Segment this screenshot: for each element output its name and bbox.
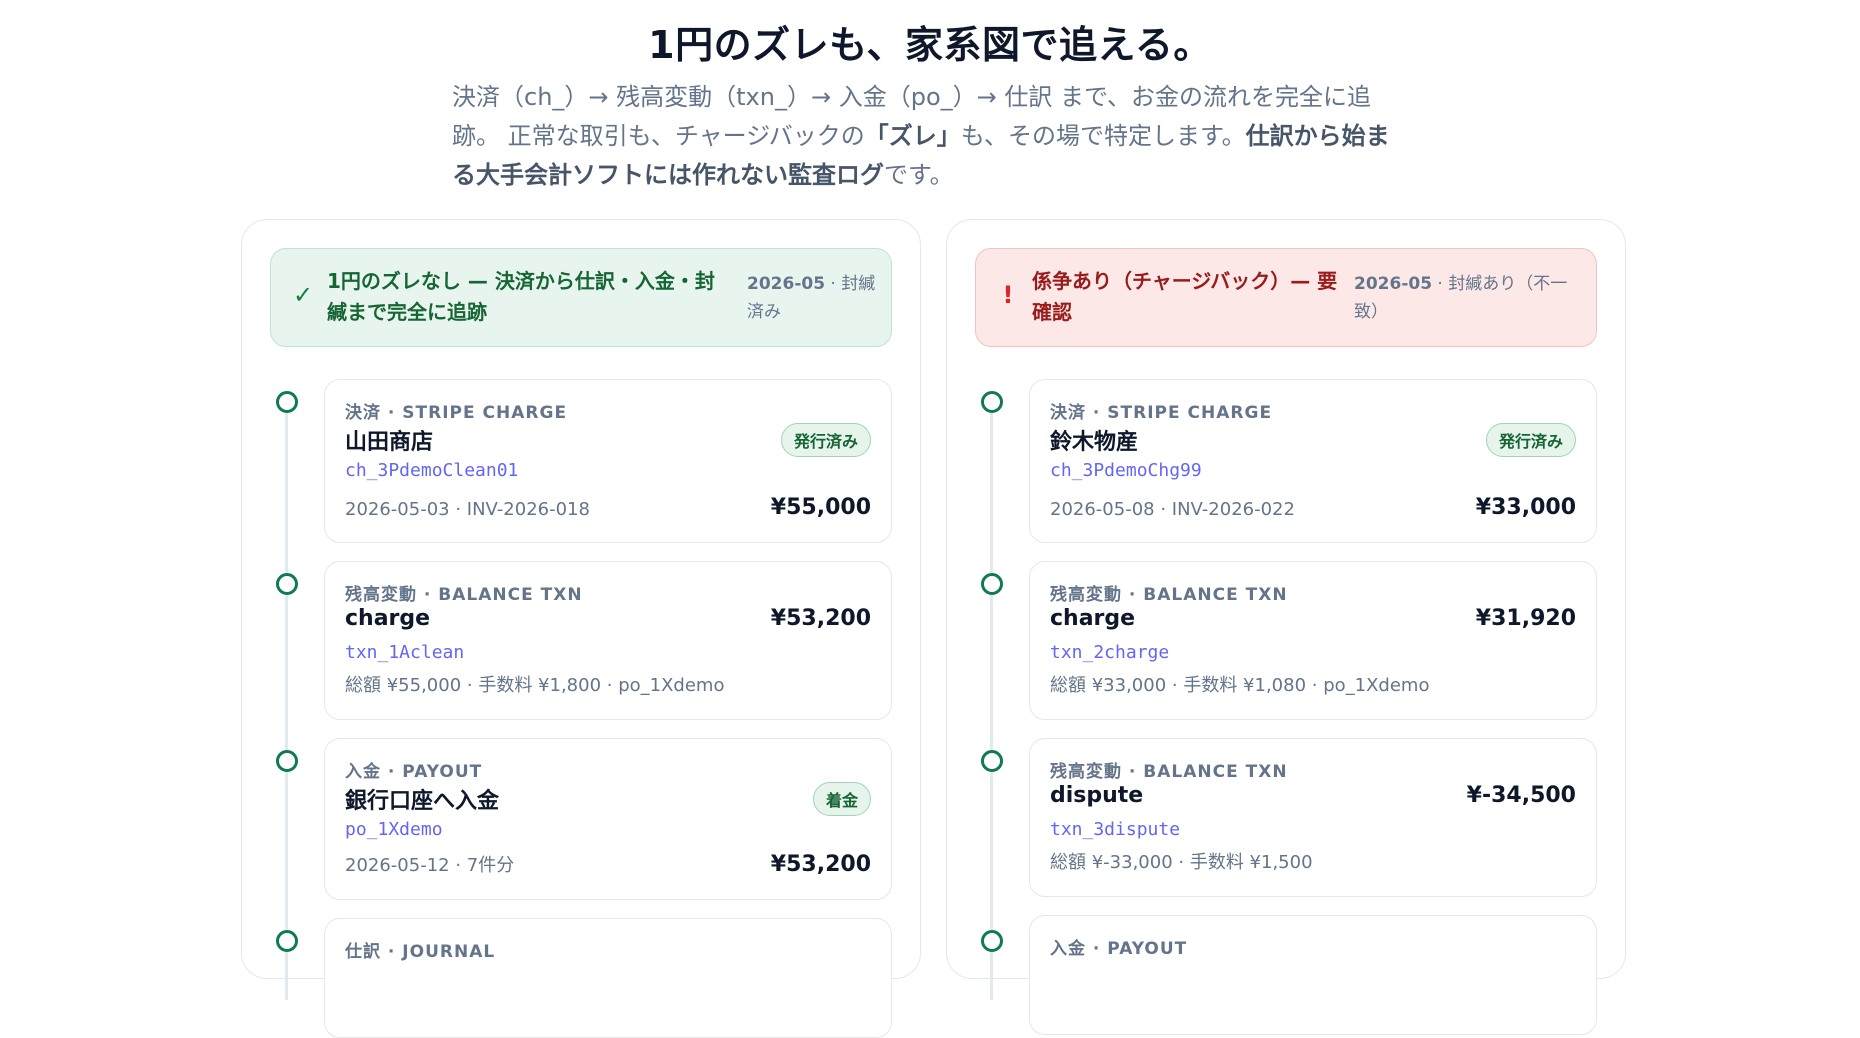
payout-id-link[interactable]: po_1Xdemo (345, 819, 443, 840)
charge-id-link[interactable]: ch_3PdemoChg99 (1050, 460, 1202, 481)
hero-lead: 決済（ch_）→ 残高変動（txn_）→ 入金（po_）→ 仕訳 まで、お金の流… (452, 78, 1412, 195)
card-kind: 残高変動 · BALANCE TXN (1050, 762, 1288, 782)
charge-card[interactable]: 決済 · STRIPE CHARGE 山田商店 発行済み ch_3PdemoCl… (324, 379, 892, 543)
timeline-node (981, 573, 1003, 595)
card-amount: ¥53,200 (770, 852, 871, 877)
payout-card[interactable]: 入金 · PAYOUT (1029, 915, 1597, 1035)
txn-id-link[interactable]: txn_2charge (1050, 642, 1169, 663)
status-banner-clean: ✓ 1円のズレなし — 決済から仕訳・入金・封緘まで完全に追跡 2026-05 … (270, 248, 892, 347)
balance-txn-card[interactable]: 残高変動 · BALANCE TXN charge ¥53,200 txn_1A… (324, 561, 892, 720)
status-badge: 着金 (812, 782, 871, 816)
card-title: charge (345, 606, 431, 631)
status-badge: 発行済み (780, 423, 871, 457)
dispute-trace-panel: ! 係争あり（チャージバック）— 要確認 2026-05 · 封緘あり（不一致）… (946, 219, 1626, 1035)
clean-trace-panel: ✓ 1円のズレなし — 決済から仕訳・入金・封緘まで完全に追跡 2026-05 … (241, 219, 921, 1038)
card-kind: 決済 · STRIPE CHARGE (1050, 403, 1273, 423)
charge-id-link[interactable]: ch_3PdemoClean01 (345, 460, 518, 481)
card-detail: 総額 ¥55,000 · 手数料 ¥1,800 · po_1Xdemo (345, 675, 725, 696)
status-period: 2026-05 · 封緘済み (747, 270, 883, 326)
timeline-node (981, 750, 1003, 772)
card-kind: 入金 · PAYOUT (1050, 939, 1188, 959)
status-month: 2026-05 (1354, 274, 1433, 294)
card-amount: ¥31,920 (1475, 606, 1576, 631)
status-month: 2026-05 (747, 274, 826, 294)
status-message: 係争あり（チャージバック）— 要確認 (1032, 269, 1338, 324)
card-title: dispute (1050, 783, 1144, 808)
status-badge: 発行済み (1485, 423, 1576, 457)
timeline-node (276, 750, 298, 772)
card-title: charge (1050, 606, 1136, 631)
hero-title: 1円のズレも、家系図で追える。 (648, 23, 1212, 67)
card-amount: ¥55,000 (770, 495, 871, 520)
timeline-rail (990, 400, 993, 1000)
card-amount: ¥-34,500 (1466, 783, 1576, 808)
card-title: 銀行口座へ入金 (345, 789, 500, 814)
payout-card[interactable]: 入金 · PAYOUT 銀行口座へ入金 着金 po_1Xdemo 2026-05… (324, 738, 892, 900)
card-kind: 決済 · STRIPE CHARGE (345, 403, 568, 423)
lead-text-3: です。 (884, 161, 954, 189)
card-detail: 2026-05-08 · INV-2026-022 (1050, 499, 1295, 520)
txn-id-link[interactable]: txn_1Aclean (345, 642, 464, 663)
timeline-node (981, 391, 1003, 413)
card-kind: 残高変動 · BALANCE TXN (345, 585, 583, 605)
balance-txn-card[interactable]: 残高変動 · BALANCE TXN charge ¥31,920 txn_2c… (1029, 561, 1597, 720)
card-detail: 総額 ¥33,000 · 手数料 ¥1,080 · po_1Xdemo (1050, 675, 1430, 696)
status-banner-dispute: ! 係争あり（チャージバック）— 要確認 2026-05 · 封緘あり（不一致） (975, 248, 1597, 347)
timeline-node (276, 573, 298, 595)
timeline-node (981, 930, 1003, 952)
check-icon: ✓ (293, 281, 314, 309)
lead-highlight-gap: 「ズレ」 (864, 122, 961, 150)
card-kind: 入金 · PAYOUT (345, 762, 483, 782)
status-period: 2026-05 · 封緘あり（不一致） (1354, 270, 1584, 326)
card-detail: 総額 ¥-33,000 · 手数料 ¥1,500 (1050, 852, 1313, 873)
card-amount: ¥53,200 (770, 606, 871, 631)
card-detail: 2026-05-12 · 7件分 (345, 855, 515, 876)
dispute-txn-card[interactable]: 残高変動 · BALANCE TXN dispute ¥-34,500 txn_… (1029, 738, 1597, 897)
timeline-node (276, 391, 298, 413)
card-title: 鈴木物産 (1050, 430, 1139, 455)
journal-card[interactable]: 仕訳 · JOURNAL (324, 918, 892, 1038)
card-kind: 残高変動 · BALANCE TXN (1050, 585, 1288, 605)
card-kind: 仕訳 · JOURNAL (345, 942, 496, 962)
lead-text-2: も、その場で特定します。 (960, 122, 1246, 150)
charge-card[interactable]: 決済 · STRIPE CHARGE 鈴木物産 発行済み ch_3PdemoCh… (1029, 379, 1597, 543)
card-title: 山田商店 (345, 430, 434, 455)
timeline-rail (285, 400, 288, 1000)
alert-icon: ! (1002, 281, 1014, 309)
txn-id-link[interactable]: txn_3dispute (1050, 819, 1180, 840)
timeline-node (276, 930, 298, 952)
card-detail: 2026-05-03 · INV-2026-018 (345, 499, 590, 520)
card-amount: ¥33,000 (1475, 495, 1576, 520)
status-message: 1円のズレなし — 決済から仕訳・入金・封緘まで完全に追跡 (327, 269, 715, 324)
